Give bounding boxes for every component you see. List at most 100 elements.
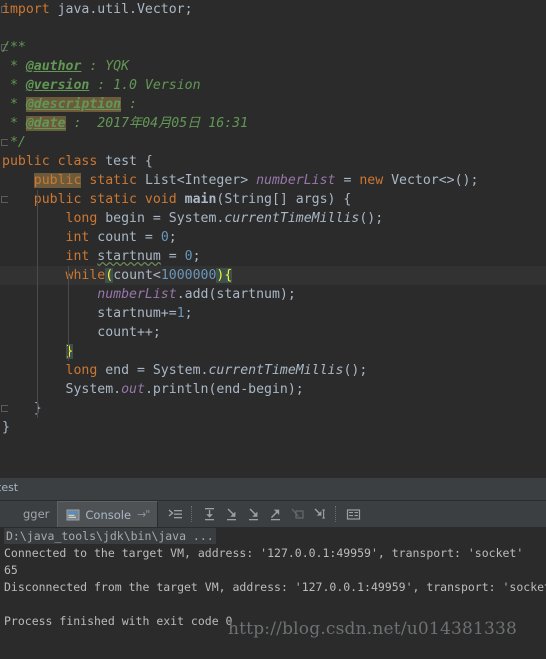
code-line[interactable]: }	[0, 418, 546, 437]
code-line[interactable]: * @date : 2017年04月05日 16:31	[0, 114, 546, 133]
drop-frame-icon[interactable]: ,	[286, 501, 308, 527]
evaluate-expression-icon[interactable]	[342, 501, 364, 527]
code-token: */	[2, 135, 26, 150]
indent-guide	[37, 190, 38, 209]
code-editor[interactable]: import java.util.Vector; /** * @author : …	[0, 0, 546, 478]
code-token: numberList	[256, 173, 336, 188]
step-over-icon[interactable]	[198, 501, 220, 527]
code-token: count<	[113, 268, 161, 283]
console-line: Disconnected from the target VM, address…	[4, 580, 546, 594]
code-line[interactable]: public class test {	[0, 152, 546, 171]
indent-guide	[68, 304, 69, 323]
tab-debugger[interactable]: gger	[0, 501, 57, 527]
indent-guide	[37, 361, 38, 380]
code-line[interactable]: * @version : 1.0 Version	[0, 76, 546, 95]
toolbar-separator-1	[191, 506, 193, 522]
code-token: 0	[184, 249, 193, 264]
code-token: }	[65, 344, 74, 359]
force-step-into-icon[interactable]	[242, 501, 264, 527]
indent-guide	[37, 380, 38, 399]
code-token: :	[121, 97, 137, 112]
indent-guide	[68, 342, 69, 361]
code-token: 1000000	[160, 268, 217, 283]
code-token: @description	[25, 97, 122, 112]
code-token: List<Integer>	[144, 173, 257, 188]
code-line[interactable]: import java.util.Vector;	[0, 0, 546, 19]
code-line[interactable]: * @description :	[0, 95, 546, 114]
code-line[interactable]: System.out.println(end-begin);	[0, 380, 546, 399]
indent-guide	[37, 399, 38, 418]
code-token: java.util.Vector;	[49, 2, 193, 17]
code-line[interactable]: numberList.add(startnum);	[0, 285, 546, 304]
code-line[interactable]: public static List<Integer> numberList =…	[0, 171, 546, 190]
console-command-line: D:\java_tools\jdk\bin\java ...	[4, 528, 216, 544]
svg-text:,: ,	[297, 513, 300, 519]
code-token: public static void	[33, 192, 185, 207]
run-configuration-label: test	[0, 481, 19, 494]
code-token: =	[335, 173, 360, 188]
code-token: while	[65, 268, 106, 283]
code-line[interactable]: long begin = System.currentTimeMillis();	[0, 209, 546, 228]
code-token: @author	[25, 59, 82, 74]
code-token: new	[359, 173, 392, 188]
code-token: System.	[65, 382, 122, 397]
code-line[interactable]: startnum+=1;	[0, 304, 546, 323]
code-line[interactable]: */	[0, 133, 546, 152]
code-line[interactable]: while(count<1000000){	[0, 266, 546, 285]
code-line[interactable]: }	[0, 342, 546, 361]
code-line[interactable]: public static void main(String[] args) {	[0, 190, 546, 209]
code-token: *	[2, 97, 26, 112]
code-line[interactable]: long end = System.currentTimeMillis();	[0, 361, 546, 380]
show-execution-point-icon[interactable]	[164, 501, 186, 527]
step-out-icon[interactable]	[264, 501, 286, 527]
code-token: @version	[25, 78, 90, 93]
indent-guide	[68, 285, 69, 304]
indent-guide	[37, 247, 38, 266]
code-token: .add(startnum);	[176, 287, 296, 302]
code-token: import	[2, 2, 50, 17]
console-output[interactable]: D:\java_tools\jdk\bin\java ... Connected …	[0, 528, 546, 659]
code-line[interactable]: * @author : YQK	[0, 57, 546, 76]
run-to-cursor-icon[interactable]	[308, 501, 330, 527]
indent-guide	[68, 323, 69, 342]
code-token: : 2017年04月05日 16:31	[65, 116, 249, 131]
code-token: currentTimeMillis	[224, 211, 360, 226]
tab-console[interactable]: Console →"	[57, 501, 159, 527]
code-token: : YQK	[81, 59, 130, 74]
pin-tab-icon[interactable]: →"	[137, 508, 150, 521]
code-line[interactable]: int count = 0;	[0, 228, 546, 247]
code-line[interactable]: int startnum = 0;	[0, 247, 546, 266]
code-token: count++;	[97, 325, 161, 340]
code-token: main	[184, 192, 217, 207]
code-line[interactable]: count++;	[0, 323, 546, 342]
code-token: begin = System.	[105, 211, 225, 226]
code-token: end = System.	[105, 363, 209, 378]
indent-guide	[37, 342, 38, 361]
code-line[interactable]: }	[0, 399, 546, 418]
code-token: public class	[2, 154, 106, 169]
step-into-icon[interactable]	[220, 501, 242, 527]
editor-code-area[interactable]: import java.util.Vector; /** * @author : …	[0, 0, 546, 437]
code-token: public	[33, 173, 82, 188]
code-token: startnum+=	[97, 306, 177, 321]
code-token: int	[65, 249, 98, 264]
code-token: numberList	[97, 287, 177, 302]
code-token: 1	[176, 306, 185, 321]
indent-guide	[37, 209, 38, 228]
toolbar-separator-2	[335, 506, 337, 522]
tab-console-label: Console	[85, 507, 132, 522]
console-line: D:\java_tools\jdk\bin\java ...	[0, 528, 546, 545]
debug-tab-bar[interactable]: gger Console →" ,	[0, 501, 546, 528]
code-token: test {	[105, 154, 153, 169]
tab-debugger-label: gger	[23, 507, 50, 521]
code-token: }	[2, 420, 10, 435]
code-line[interactable]	[0, 19, 546, 38]
console-line: 65	[4, 563, 18, 577]
code-line[interactable]: /**	[0, 38, 546, 57]
code-token: 0	[160, 230, 169, 245]
